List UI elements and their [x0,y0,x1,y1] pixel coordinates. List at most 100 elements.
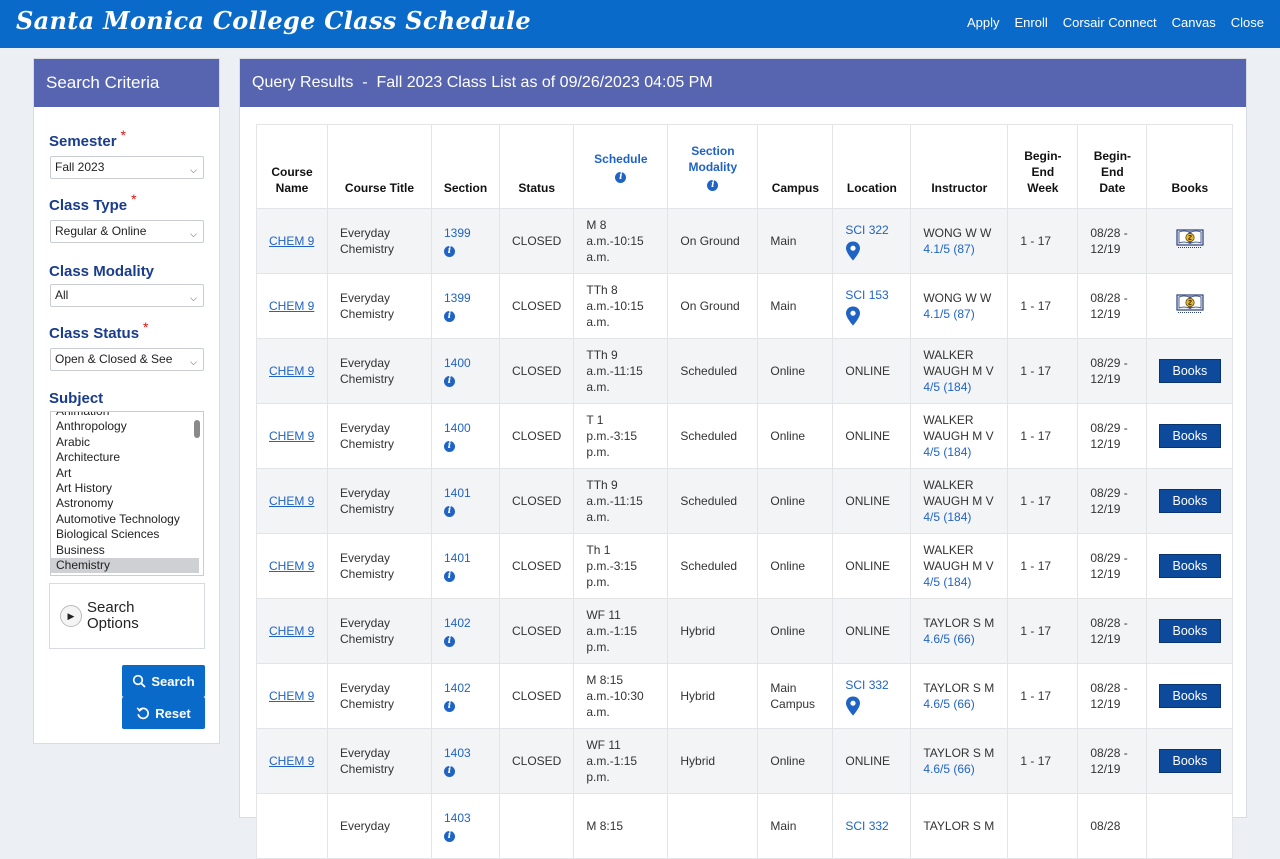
section-number[interactable]: 1399 [444,291,471,305]
course-link[interactable]: CHEM 9 [269,754,314,768]
course-link[interactable]: CHEM 9 [269,429,314,443]
info-icon[interactable]: i [444,376,455,387]
course-name-cell: CHEM 9 [256,208,328,274]
search-button[interactable]: Search [122,665,205,697]
col-section: Section [431,124,500,209]
info-icon[interactable]: i [444,506,455,517]
instructor-rating-link[interactable]: 4/5 (184) [923,445,971,459]
site-title[interactable]: Santa Monica College Class Schedule [16,6,531,35]
col-schedule[interactable]: Schedule i [573,124,669,209]
course-link[interactable]: CHEM 9 [269,559,314,573]
location-link[interactable]: SCI 322 [845,223,888,237]
section-number[interactable]: 1401 [444,551,471,565]
instructor-rating-link[interactable]: 4/5 (184) [923,575,971,589]
books-button[interactable]: Books [1158,424,1221,448]
top-nav: Apply Enroll Corsair Connect Canvas Clos… [967,15,1264,30]
subject-option-selected[interactable]: Chemistry [51,557,199,574]
location-link[interactable]: SCI 153 [845,288,888,302]
subject-scrollbar[interactable] [194,420,200,438]
class-type-select[interactable]: Regular & Online ⌵ [50,220,204,243]
course-name-cell: CHEM 9 [256,403,328,469]
reset-button[interactable]: Reset [122,697,205,729]
section-cell: 1401 i [431,468,500,534]
col-section-modality[interactable]: Section Modality i [667,124,759,209]
subject-option[interactable]: Art History [51,481,203,496]
play-icon[interactable]: ▶ [60,605,82,627]
books-button[interactable]: Books [1158,749,1221,773]
instructor-rating-link[interactable]: 4.1/5 (87) [923,307,974,321]
subject-option[interactable]: Automotive Technology [51,512,203,527]
location-link[interactable]: SCI 332 [845,678,888,692]
week-cell: 1 - 17 [1007,338,1079,404]
subject-option[interactable]: Art [51,466,203,481]
section-number[interactable]: 1400 [444,356,471,370]
books-button[interactable]: Books [1158,684,1221,708]
instructor-cell: WALKER WAUGH M V 4/5 (184) [910,533,1009,599]
book-icon[interactable] [1176,293,1204,315]
section-number[interactable]: 1402 [444,681,471,695]
book-icon[interactable] [1176,228,1204,250]
subject-listbox[interactable]: Animation Anthropology Arabic Architectu… [50,411,204,576]
course-link[interactable]: CHEM 9 [269,299,314,313]
subject-option[interactable]: Animation [51,412,203,419]
modality-cell: Hybrid [667,663,759,729]
books-button[interactable]: Books [1158,489,1221,513]
course-link[interactable]: CHEM 9 [269,494,314,508]
map-pin-icon[interactable] [845,696,861,716]
books-button[interactable]: Books [1158,359,1221,383]
course-name-cell: CHEM 9 [256,468,328,534]
info-icon[interactable]: i [444,701,455,712]
nav-apply[interactable]: Apply [967,15,1000,30]
map-pin-icon[interactable] [845,241,861,261]
instructor-rating-link[interactable]: 4.6/5 (66) [923,632,974,646]
info-icon[interactable]: i [707,179,719,191]
instructor-rating-link[interactable]: 4/5 (184) [923,510,971,524]
info-icon[interactable]: i [444,571,455,582]
books-button[interactable]: Books [1158,619,1221,643]
section-number[interactable]: 1403 [444,746,471,760]
nav-enroll[interactable]: Enroll [1014,15,1047,30]
subject-option[interactable]: Architecture [51,450,203,465]
subject-option[interactable]: Arabic [51,435,203,450]
subject-option[interactable]: Anthropology [51,419,203,434]
class-status-select[interactable]: Open & Closed & See ⌵ [50,348,204,371]
col-instructor: Instructor [910,124,1009,209]
instructor-rating-link[interactable]: 4.1/5 (87) [923,242,974,256]
info-icon[interactable]: i [615,171,627,183]
search-options-toggle[interactable]: ▶ Search Options [49,583,205,649]
nav-canvas[interactable]: Canvas [1172,15,1216,30]
subject-option[interactable]: Biological Sciences [51,527,203,542]
subject-option[interactable]: Astronomy [51,496,203,511]
course-link[interactable]: CHEM 9 [269,364,314,378]
info-icon[interactable]: i [444,766,455,777]
instructor-rating-link[interactable]: 4.6/5 (66) [923,697,974,711]
section-number[interactable]: 1399 [444,226,471,240]
map-pin-icon[interactable] [845,306,861,326]
class-modality-select[interactable]: All ⌵ [50,284,204,307]
campus-cell: Online [757,338,834,404]
info-icon[interactable]: i [444,831,455,842]
nav-corsair-connect[interactable]: Corsair Connect [1063,15,1157,30]
location-link[interactable]: SCI 332 [845,819,888,833]
info-icon[interactable]: i [444,246,455,257]
section-number[interactable]: 1401 [444,486,471,500]
status-cell: CLOSED [498,273,575,339]
section-number[interactable]: 1402 [444,616,471,630]
section-number[interactable]: 1403 [444,811,471,825]
course-link[interactable]: CHEM 9 [269,234,314,248]
instructor-rating-link[interactable]: 4.6/5 (66) [923,762,974,776]
semester-select[interactable]: Fall 2023 ⌵ [50,156,204,179]
info-icon[interactable]: i [444,636,455,647]
instructor-cell: TAYLOR S M [910,793,1009,859]
section-number[interactable]: 1400 [444,421,471,435]
info-icon[interactable]: i [444,311,455,322]
subject-option[interactable]: Business [51,543,203,558]
table-header-row: Course Name Course Title Section Status … [256,124,1234,209]
course-link[interactable]: CHEM 9 [269,624,314,638]
books-button[interactable]: Books [1158,554,1221,578]
info-icon[interactable]: i [444,441,455,452]
instructor-rating-link[interactable]: 4/5 (184) [923,380,971,394]
instructor-name: WONG W W [923,226,992,240]
course-link[interactable]: CHEM 9 [269,689,314,703]
nav-close[interactable]: Close [1231,15,1264,30]
